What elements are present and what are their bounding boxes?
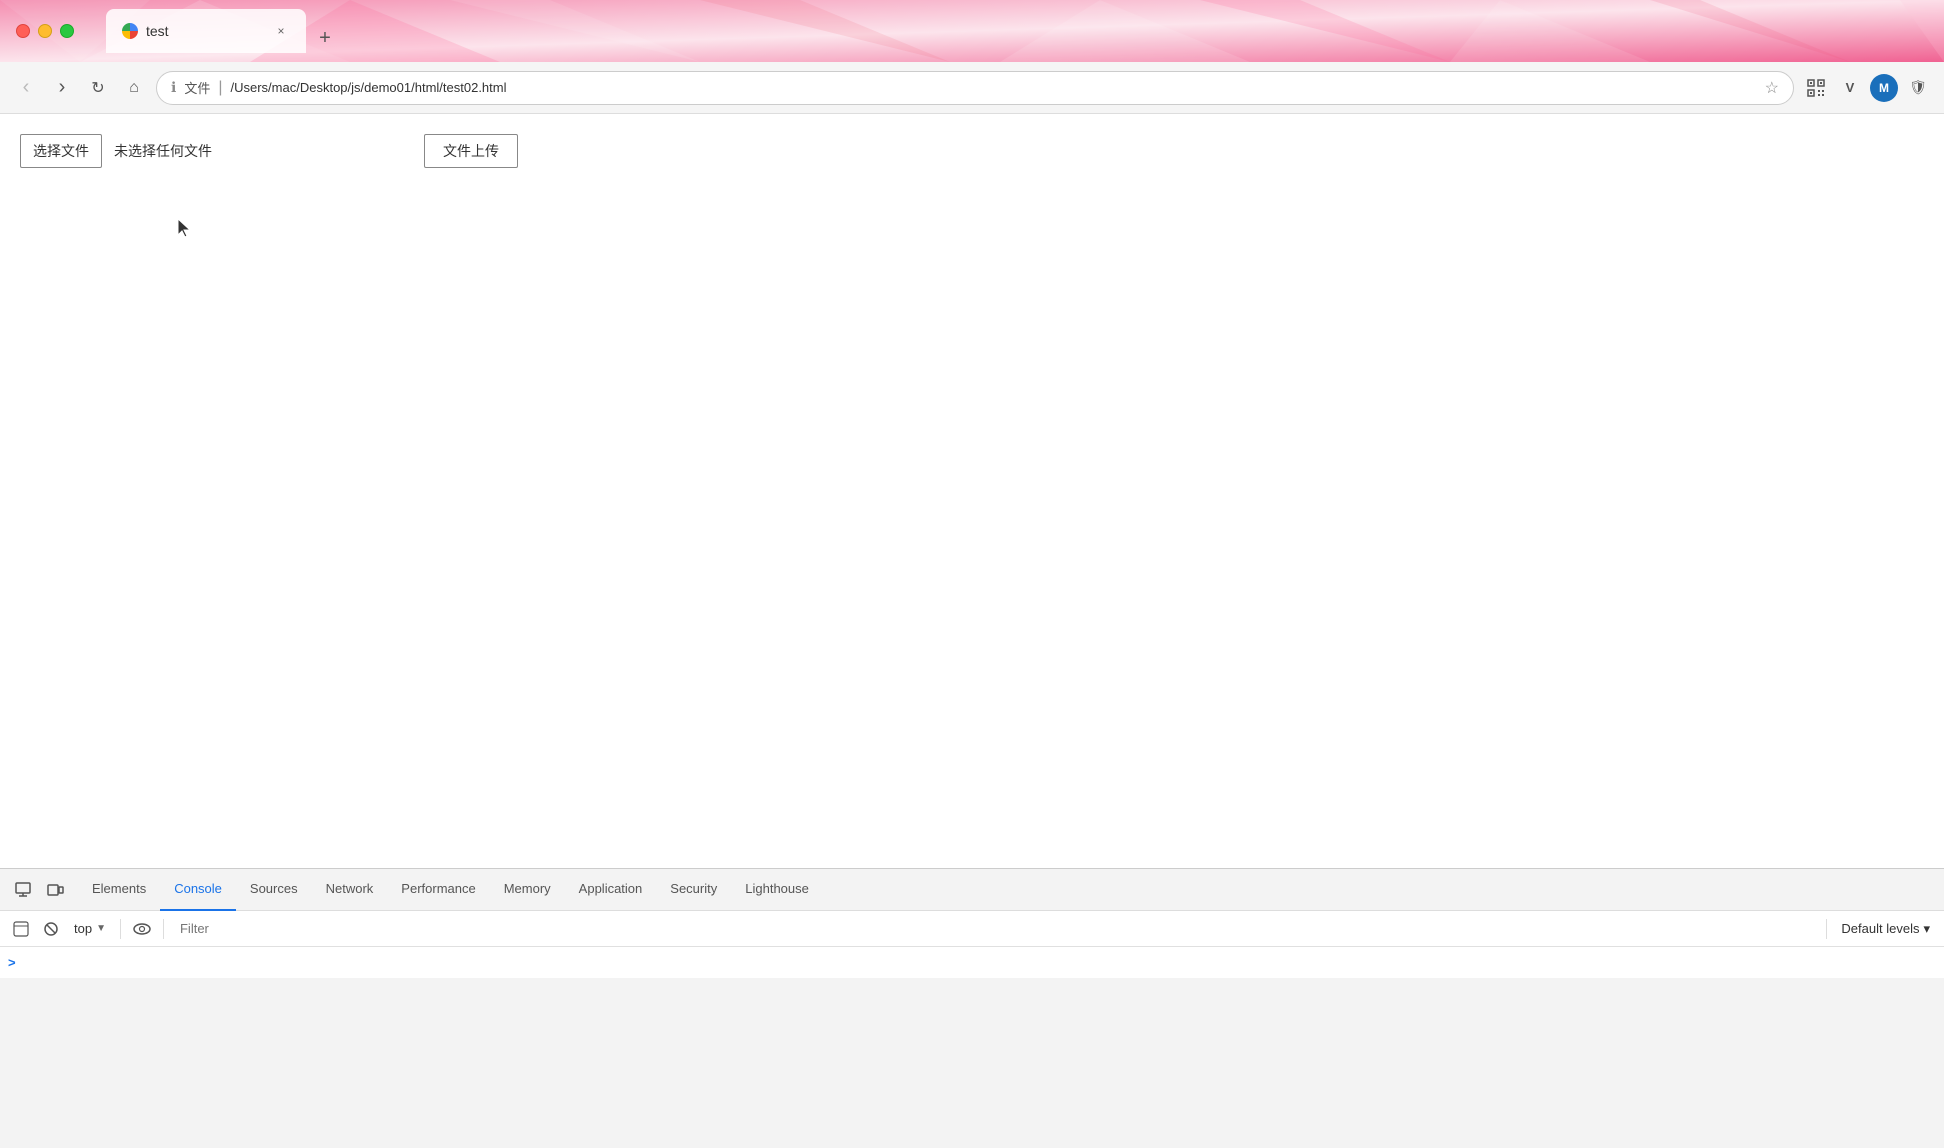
tab-bar: test × + [106,9,340,53]
console-content: > [0,947,1944,978]
filter-input[interactable] [172,919,1818,938]
device-icon [46,881,64,899]
forward-icon: › [59,76,66,99]
page-content: 选择文件 未选择任何文件 文件上传 [0,114,1944,868]
address-url: /Users/mac/Desktop/js/demo01/html/test02… [231,80,1757,95]
address-file-label: 文件 [184,78,210,97]
toolbar-divider-2 [163,919,164,939]
active-tab[interactable]: test × [106,9,306,53]
qr-button[interactable] [1802,74,1830,102]
new-tab-button[interactable]: + [310,23,340,53]
console-prompt[interactable]: > [8,953,1944,972]
reload-button[interactable]: ↻ [84,74,112,102]
inspect-element-button[interactable] [8,875,38,905]
default-levels-label: Default levels [1841,921,1919,936]
info-icon: ℹ [171,79,176,96]
extension2-icon: M [1879,81,1889,95]
device-toggle-button[interactable] [40,875,70,905]
devtools-panel: Elements Console Sources Network Perform… [0,868,1944,1148]
extension3-button[interactable]: 🛡 [1904,74,1932,102]
file-section: 选择文件 未选择任何文件 文件上传 [20,134,1924,168]
tab-console[interactable]: Console [160,869,236,911]
reload-icon: ↻ [91,78,104,98]
extension1-icon: V [1846,80,1855,95]
console-toolbar: top ▼ Default levels ▾ [0,911,1944,947]
choose-file-button[interactable]: 选择文件 [20,134,102,168]
eye-icon [133,922,151,936]
tab-performance[interactable]: Performance [387,869,489,911]
close-traffic-light[interactable] [16,24,30,38]
back-icon: ‹ [23,76,30,99]
block-button[interactable] [38,916,64,942]
block-icon [43,921,59,937]
extension2-button[interactable]: M [1870,74,1898,102]
levels-dropdown-icon: ▾ [1923,921,1930,937]
context-selector[interactable]: top ▼ [68,919,112,938]
devtools-tabs: Elements Console Sources Network Perform… [0,869,1944,911]
run-icon [13,921,29,937]
tab-memory[interactable]: Memory [490,869,565,911]
tab-security[interactable]: Security [656,869,731,911]
home-button[interactable]: ⌂ [120,74,148,102]
nav-bar: ‹ › ↻ ⌂ ℹ 文件 | /Users/mac/Desktop/js/dem… [0,62,1944,114]
extension1-button[interactable]: V [1836,74,1864,102]
toolbar-icons: V M 🛡 [1802,74,1932,102]
minimize-traffic-light[interactable] [38,24,52,38]
back-button[interactable]: ‹ [12,74,40,102]
inspect-icon [14,881,32,899]
eye-button[interactable] [129,916,155,942]
dropdown-arrow-icon: ▼ [96,923,106,934]
qr-icon [1807,79,1825,97]
bookmark-icon[interactable]: ☆ [1765,78,1779,98]
forward-button[interactable]: › [48,74,76,102]
upload-button[interactable]: 文件上传 [424,134,518,168]
prompt-arrow-icon: > [8,955,16,970]
traffic-lights [16,24,74,38]
address-bar[interactable]: ℹ 文件 | /Users/mac/Desktop/js/demo01/html… [156,71,1794,105]
run-button[interactable] [8,916,34,942]
tab-network[interactable]: Network [312,869,388,911]
tab-close-button[interactable]: × [272,22,290,40]
toolbar-divider-3 [1826,919,1827,939]
tab-lighthouse[interactable]: Lighthouse [731,869,823,911]
devtools-icon-group [8,875,70,905]
tab-favicon [122,23,138,39]
file-status-label: 未选择任何文件 [114,141,212,161]
context-label: top [74,921,92,936]
tab-sources[interactable]: Sources [236,869,312,911]
tab-elements[interactable]: Elements [78,869,160,911]
shield-icon: 🛡 [1909,79,1927,96]
home-icon: ⌂ [129,79,139,97]
tab-title: test [146,23,264,39]
tab-application[interactable]: Application [565,869,657,911]
address-separator: | [218,79,222,97]
default-levels-button[interactable]: Default levels ▾ [1835,919,1936,939]
maximize-traffic-light[interactable] [60,24,74,38]
toolbar-divider-1 [120,919,121,939]
cursor [178,219,194,244]
